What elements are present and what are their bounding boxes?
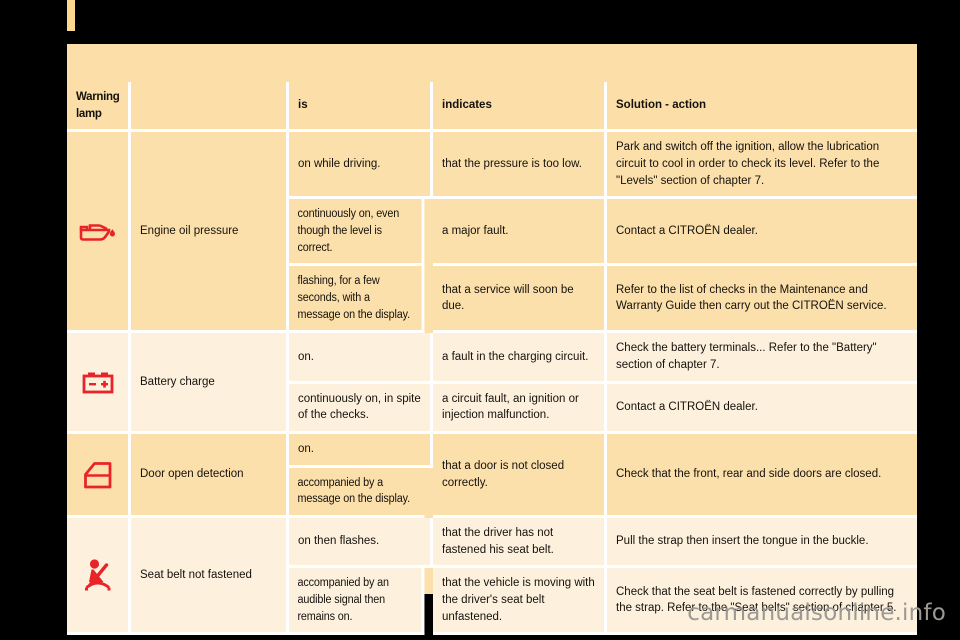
lamp-state-is: continuously on, in spite of the checks. — [289, 383, 433, 435]
site-watermark: carmanualsonline.info — [687, 600, 946, 626]
table-body: Engine oil pressure on while driving. th… — [67, 132, 917, 636]
warning-lamp-name: Engine oil pressure — [131, 132, 289, 334]
warning-lamp-name: Battery charge — [131, 333, 289, 435]
warning-lamp-icon-cell — [67, 132, 131, 334]
lamp-state-indicates: a fault in the charging circuit. — [433, 333, 607, 384]
lamp-state-is: on. — [289, 333, 433, 384]
lamp-state-is: accompanied by a message on the display. — [289, 467, 425, 519]
battery-icon — [76, 369, 119, 395]
table-row: Seat belt not fastened on then flashes. … — [67, 518, 917, 636]
lamp-state-solution: Contact a CITROËN dealer. — [607, 199, 917, 267]
lamp-state-indicates: that the driver has not fastened his sea… — [433, 518, 607, 569]
lamp-state-solution: Park and switch off the ignition, allow … — [607, 132, 917, 200]
warning-lamp-icon-cell — [67, 434, 131, 519]
column-header-indicates: indicates — [433, 82, 607, 133]
table-row: Engine oil pressure on while driving. th… — [67, 132, 917, 334]
warning-lamp-icon-cell — [67, 333, 131, 435]
lamp-state-indicates: that the pressure is too low. — [433, 132, 607, 200]
lamp-state-is: continuously on, even though the level i… — [289, 199, 425, 267]
table-header: Warning lamp is indicates Solution - act… — [67, 82, 917, 133]
lamp-state-indicates: a circuit fault, an ignition or injectio… — [433, 383, 607, 435]
lamp-state-is: on while driving. — [289, 132, 433, 200]
warning-lamps-table: Warning lamp is indicates Solution - act… — [67, 82, 917, 636]
lamp-state-solution: Check that the front, rear and side door… — [607, 434, 917, 519]
lamp-state-is: flashing, for a few seconds, with a mess… — [289, 266, 425, 334]
column-header-solution: Solution - action — [607, 82, 917, 133]
lamp-state-solution: Pull the strap then insert the tongue in… — [607, 518, 917, 569]
lamp-state-solution: Refer to the list of checks in the Maint… — [607, 266, 917, 334]
header-row: Warning lamp is indicates Solution - act… — [67, 82, 917, 133]
lamp-state-is: on then flashes. — [289, 518, 433, 569]
seat-belt-icon — [76, 557, 119, 593]
column-header-is: is — [289, 82, 433, 133]
table-row: Door open detection on. that a door is n… — [67, 434, 917, 519]
lamp-state-indicates: that a service will soon be due. — [433, 266, 607, 334]
lamp-state-is: on. — [289, 434, 433, 468]
lamp-state-indicates: that a door is not closed correctly. — [433, 434, 607, 519]
table-row: Battery charge on. a fault in the chargi… — [67, 333, 917, 435]
lamp-state-indicates: a major fault. — [433, 199, 607, 267]
manual-page: Warning lamp is indicates Solution - act… — [67, 44, 917, 636]
column-header-warning-lamp: Warning lamp — [67, 82, 131, 133]
column-header-name — [131, 82, 289, 133]
warning-lamp-name: Door open detection — [131, 434, 289, 519]
page-top-band — [67, 44, 917, 82]
page-edge-tab — [67, 0, 75, 31]
car-door-icon — [76, 458, 119, 492]
oil-can-icon — [76, 219, 119, 243]
lamp-state-solution: Check the battery terminals... Refer to … — [607, 333, 917, 384]
lamp-state-solution: Contact a CITROËN dealer. — [607, 383, 917, 435]
screenshot-root: Warning lamp is indicates Solution - act… — [0, 0, 960, 640]
